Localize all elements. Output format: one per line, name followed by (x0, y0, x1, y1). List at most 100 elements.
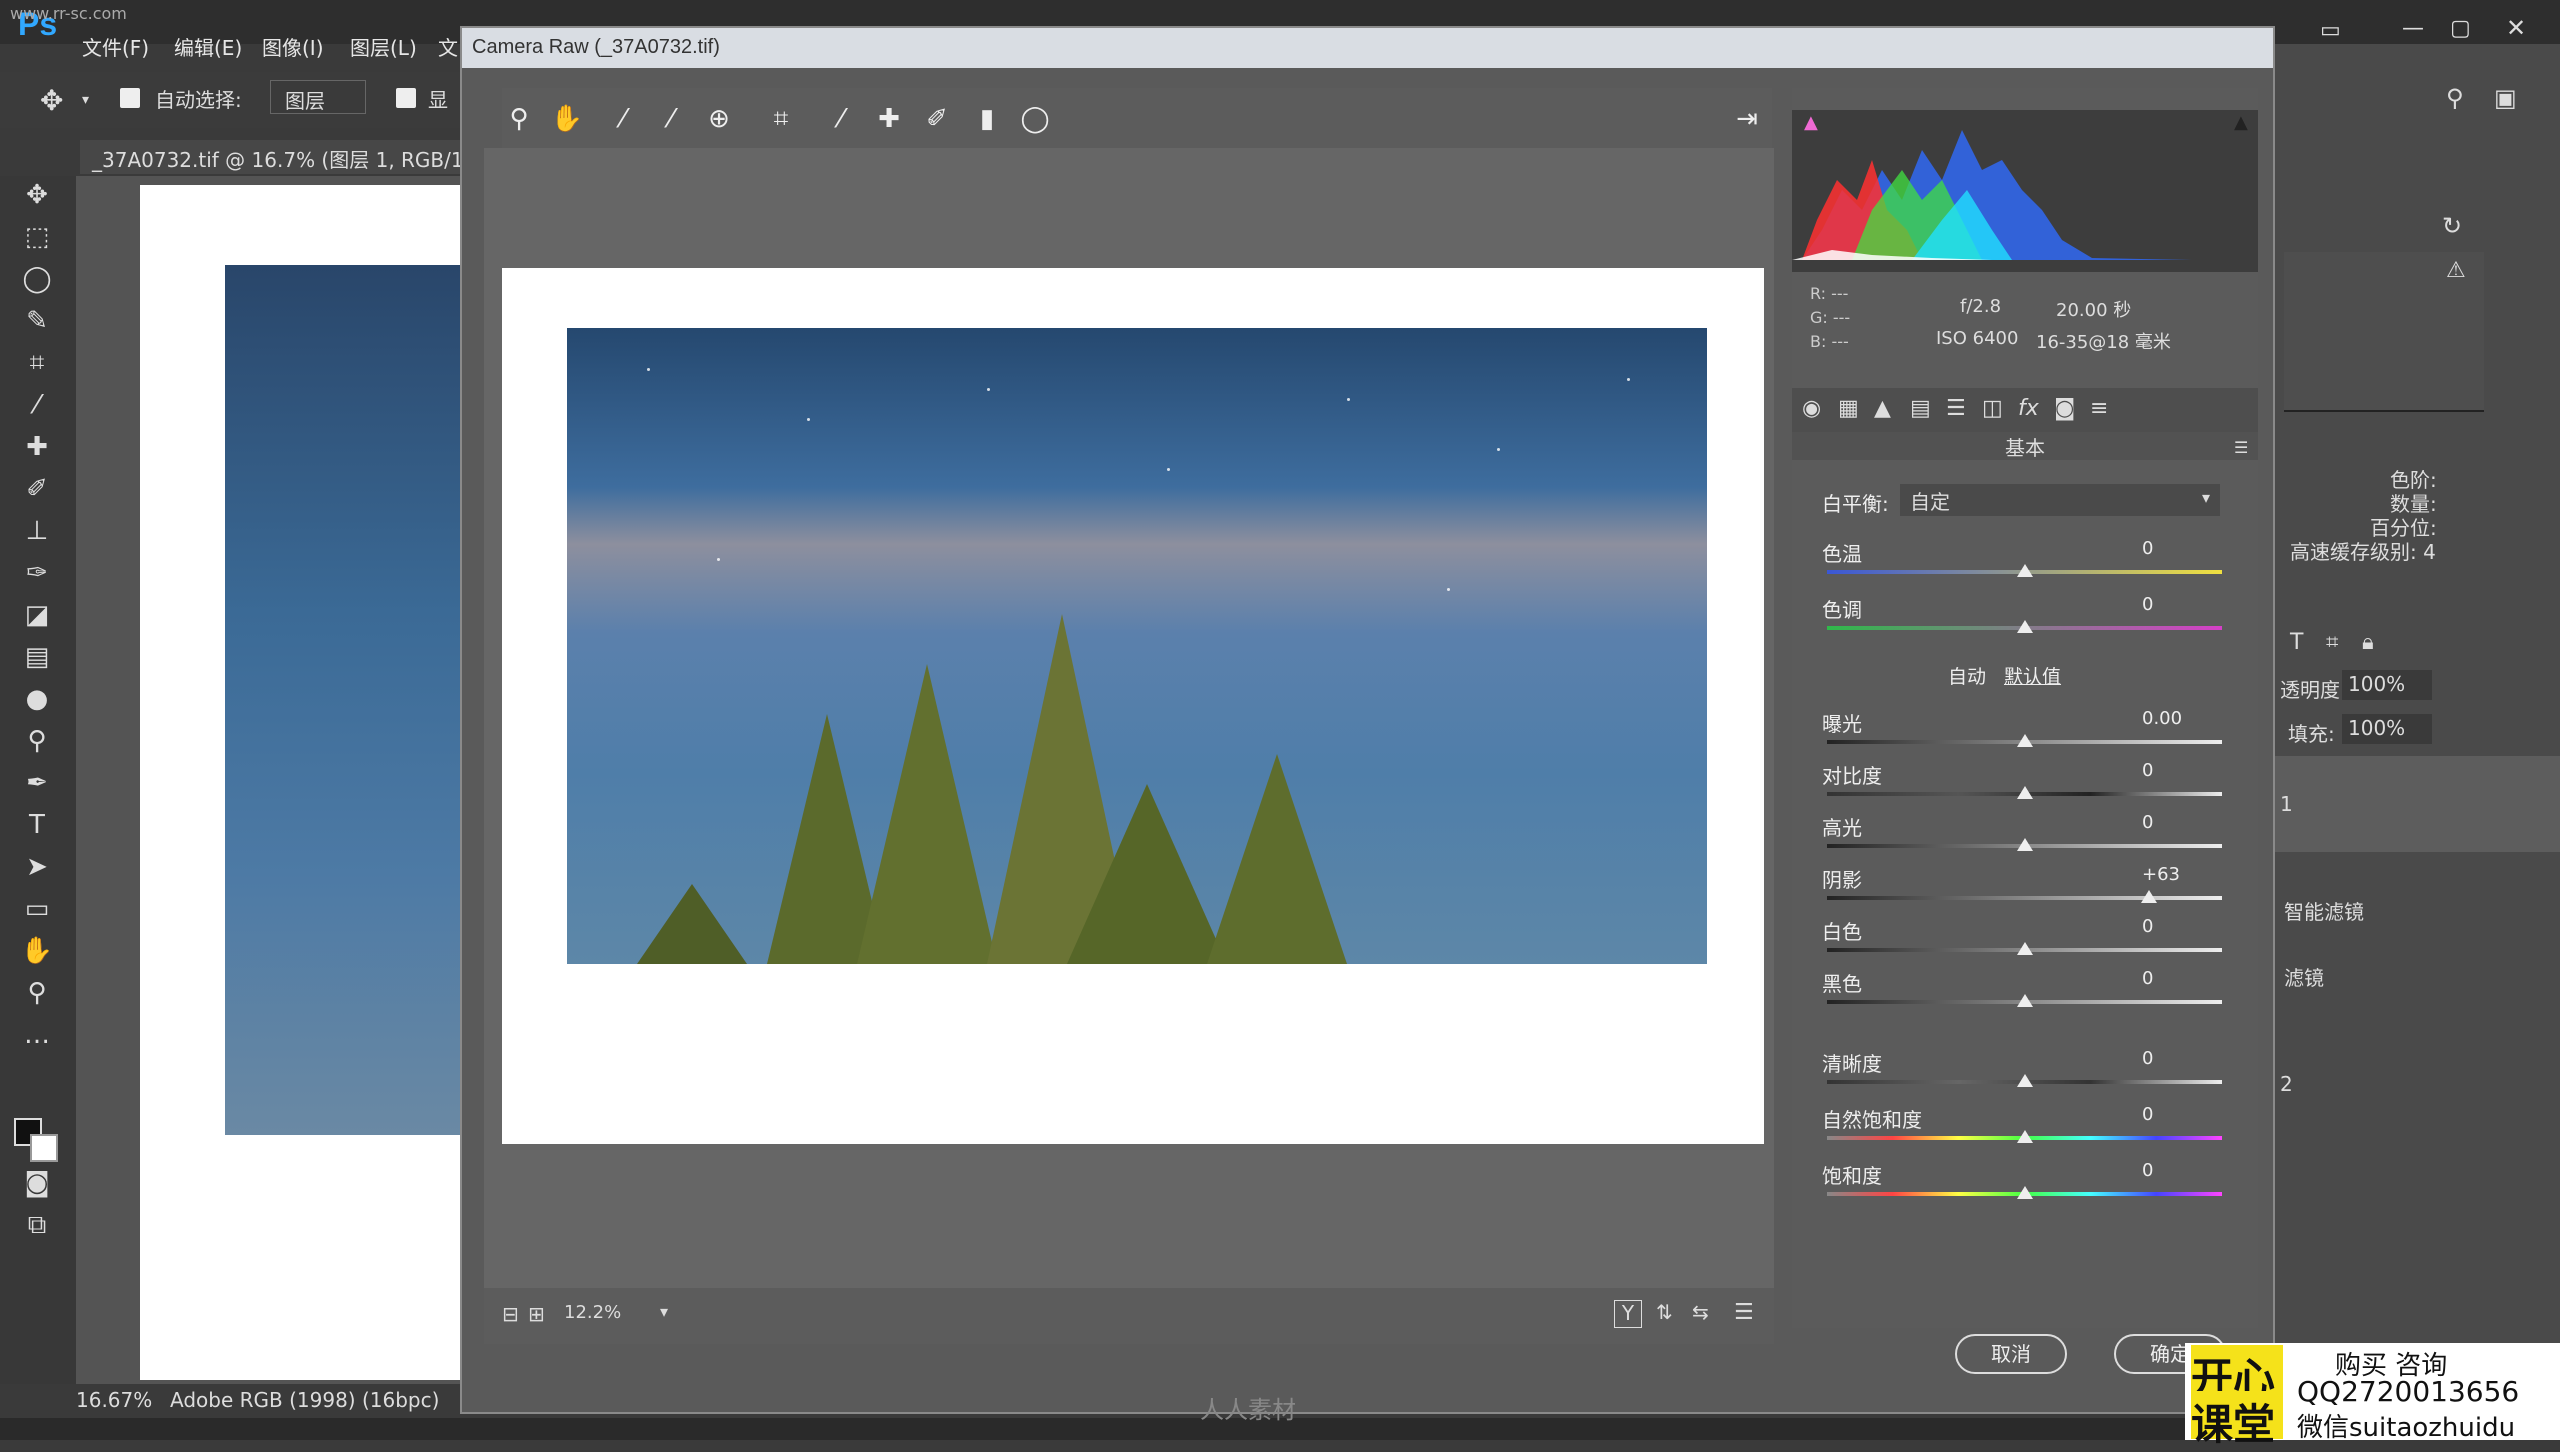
zoom-in-icon[interactable]: ⊞ (528, 1302, 545, 1326)
open-preferences-icon[interactable]: ⇥ (1730, 102, 1764, 136)
slider-value[interactable]: 0 (2142, 1160, 2153, 1181)
slider-value[interactable]: 0 (2142, 1104, 2153, 1125)
lasso-icon[interactable]: ◯ (20, 262, 54, 296)
zoom-out-icon[interactable]: ⊟ (502, 1302, 519, 1326)
slider-thumb[interactable] (2016, 994, 2033, 1007)
swap-icon[interactable]: ⇅ (1656, 1300, 1673, 1324)
copy-settings-icon[interactable]: ⇆ (1692, 1300, 1709, 1324)
tone-curve-tab-icon[interactable]: ▦ (1838, 396, 1859, 421)
document-tab[interactable]: _37A0732.tif @ 16.7% (图层 1, RGB/16 (80, 140, 470, 174)
type-icon[interactable]: T (20, 808, 54, 842)
slider-thumb[interactable] (2016, 564, 2033, 577)
auto-select-checkbox[interactable] (120, 88, 140, 108)
slider-thumb[interactable] (2016, 734, 2033, 747)
quick-mask-icon[interactable]: ◙ (20, 1166, 54, 1200)
quick-select-icon[interactable]: ✎ (20, 304, 54, 338)
cancel-button[interactable]: 取消 (1955, 1334, 2067, 1374)
slider-thumb[interactable] (2016, 1130, 2033, 1143)
slider-value[interactable]: 0 (2142, 594, 2153, 615)
menu-edit[interactable]: 编辑(E) (174, 32, 242, 61)
screen-mode-icon[interactable]: ⧉ (20, 1208, 54, 1242)
white-balance-icon[interactable]: ⁄ (606, 102, 640, 136)
zoom-icon[interactable]: ⚲ (20, 976, 54, 1010)
slider-thumb[interactable] (2140, 890, 2157, 903)
panel-menu-icon[interactable]: ☰ (2234, 438, 2248, 457)
preview-photo[interactable] (567, 328, 1707, 964)
eraser-icon[interactable]: ◪ (20, 598, 54, 632)
smart-filters-label[interactable]: 智能滤镜 (2284, 896, 2364, 925)
menu-layer[interactable]: 图层(L) (350, 32, 417, 61)
healing-icon[interactable]: ✚ (20, 430, 54, 464)
presets-tab-icon[interactable]: ≡ (2090, 396, 2108, 421)
path-select-icon[interactable]: ➤ (20, 850, 54, 884)
hand-tool-icon[interactable]: ✋ (550, 102, 584, 136)
opacity-input[interactable]: 100% (2342, 670, 2432, 700)
fill-input[interactable]: 100% (2342, 714, 2432, 744)
before-after-icon[interactable]: Y (1614, 1300, 1642, 1328)
move-tool-icon[interactable]: ✥ (40, 84, 63, 117)
slider-value[interactable]: 0 (2142, 538, 2153, 559)
slider-value[interactable]: 0 (2142, 760, 2153, 781)
menu-more[interactable]: 文 (438, 32, 458, 61)
filters-label[interactable]: 滤镜 (2284, 962, 2324, 991)
blur-icon[interactable]: ● (20, 682, 54, 716)
slider-thumb[interactable] (2016, 1074, 2033, 1087)
eyedropper-icon[interactable]: ⁄ (20, 388, 54, 422)
close-icon[interactable]: ✕ (2506, 14, 2526, 42)
slider-value[interactable]: +63 (2142, 864, 2180, 885)
spot-removal-icon[interactable]: ✚ (872, 102, 906, 136)
detail-tab-icon[interactable]: ▲ (1874, 396, 1891, 421)
slider-value[interactable]: 0 (2142, 916, 2153, 937)
camera-calibration-tab-icon[interactable]: ◙ (2054, 396, 2075, 421)
slider-value[interactable]: 0 (2142, 812, 2153, 833)
background-color[interactable] (30, 1134, 58, 1162)
slider-value[interactable]: 0 (2142, 968, 2153, 989)
pen-icon[interactable]: ✒ (20, 766, 54, 800)
layer-row-1[interactable]: 1 (2270, 756, 2560, 852)
highlight-clip-icon[interactable]: ▲ (2234, 112, 2248, 133)
slider-track[interactable] (1827, 896, 2222, 900)
slider-thumb[interactable] (2016, 942, 2033, 955)
shadow-clip-icon[interactable]: ▲ (1804, 112, 1818, 133)
white-balance-select[interactable]: 自定 ▾ (1900, 484, 2220, 516)
gradient-icon[interactable]: ▤ (20, 640, 54, 674)
default-button[interactable]: 默认值 (2004, 662, 2061, 689)
move-icon[interactable]: ✥ (20, 178, 54, 212)
slider-thumb[interactable] (2016, 838, 2033, 851)
targeted-adjust-icon[interactable]: ⊕ (702, 102, 736, 136)
slider-thumb[interactable] (2016, 786, 2033, 799)
minimize-icon[interactable]: — (2402, 16, 2424, 41)
refresh-icon[interactable]: ↻ (2442, 212, 2462, 240)
zoom-tool-icon[interactable]: ⚲ (502, 102, 536, 136)
auto-button[interactable]: 自动 (1948, 662, 1986, 689)
adjust-brush-icon[interactable]: ✐ (920, 102, 954, 136)
rectangle-icon[interactable]: ▭ (20, 892, 54, 926)
search-icon[interactable]: ⚲ (2446, 84, 2464, 112)
radial-filter-icon[interactable]: ◯ (1018, 102, 1052, 136)
crop-tool-icon[interactable]: ⌗ (764, 102, 798, 136)
marquee-icon[interactable]: ⬚ (20, 220, 54, 254)
menu-image[interactable]: 图像(I) (262, 32, 324, 61)
crop-icon[interactable]: ⌗ (20, 346, 54, 380)
effects-tab-icon[interactable]: fx (2018, 396, 2039, 421)
more-tools-icon[interactable]: … (20, 1018, 54, 1052)
chevron-down-icon[interactable]: ▾ (82, 92, 89, 108)
slider-value[interactable]: 0 (2142, 1048, 2153, 1069)
brush-icon[interactable]: ✐ (20, 472, 54, 506)
basic-tab-icon[interactable]: ◉ (1802, 396, 1821, 421)
slider-thumb[interactable] (2016, 1186, 2033, 1199)
auto-select-dropdown[interactable]: 图层 (270, 80, 366, 114)
lens-tab-icon[interactable]: ◫ (1982, 396, 2003, 421)
hsl-tab-icon[interactable]: ▤ (1910, 396, 1931, 421)
slider-thumb[interactable] (2016, 620, 2033, 633)
show-transform-checkbox[interactable] (396, 88, 416, 108)
slider-value[interactable]: 0.00 (2142, 708, 2182, 729)
graduated-filter-icon[interactable]: ▮ (970, 102, 1004, 136)
hand-icon[interactable]: ✋ (20, 934, 54, 968)
zoom-dropdown-icon[interactable]: ▾ (660, 1302, 668, 1321)
stamp-icon[interactable]: ⊥ (20, 514, 54, 548)
dodge-icon[interactable]: ⚲ (20, 724, 54, 758)
maximize-icon[interactable]: ▢ (2450, 16, 2471, 41)
preview-prefs-icon[interactable]: ☰ (1734, 1300, 1754, 1325)
history-brush-icon[interactable]: ✑ (20, 556, 54, 590)
